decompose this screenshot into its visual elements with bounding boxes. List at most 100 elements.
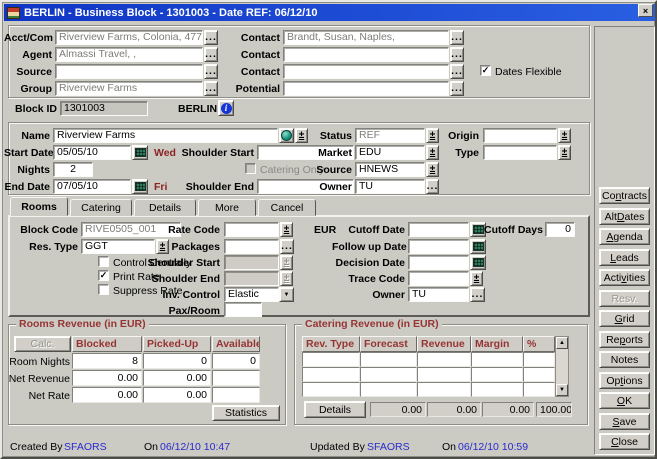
catering-cell[interactable] (417, 382, 471, 397)
catering-cell[interactable] (523, 382, 555, 397)
rooms-owner-lov-button[interactable]: ... (470, 287, 485, 302)
leads-button[interactable]: Leads (599, 249, 650, 266)
tab-details[interactable]: Details (134, 199, 196, 216)
statistics-button[interactable]: Statistics (212, 405, 280, 421)
contact1-field[interactable]: Brandt, Susan, Naples, (283, 30, 449, 45)
rate-code-field[interactable] (224, 222, 279, 237)
contact1-lov-button[interactable]: ... (450, 30, 464, 45)
owner-field[interactable]: TU (355, 179, 425, 194)
reports-button[interactable]: Reports (599, 331, 650, 348)
contact2-field[interactable] (283, 47, 449, 62)
tab-cancel[interactable]: Cancel (258, 199, 316, 216)
type-field[interactable] (483, 145, 557, 160)
catering-cell[interactable] (417, 367, 471, 382)
agent-field[interactable]: Almassi Travel, , (55, 47, 203, 62)
catering-cell[interactable] (471, 382, 523, 397)
follow-up-date-field[interactable] (408, 239, 469, 254)
contracts-button[interactable]: Contracts (599, 187, 650, 204)
close-button[interactable]: Close (599, 433, 650, 450)
notes-button[interactable]: Notes (599, 351, 650, 368)
catering-cell[interactable] (302, 382, 360, 397)
start-date-calendar-button[interactable] (132, 145, 148, 160)
net-revenue-blocked-cell[interactable]: 0.00 (72, 370, 142, 386)
net-rate-picked-cell[interactable]: 0.00 (143, 387, 211, 403)
activities-button[interactable]: Activities (599, 269, 650, 286)
packages-field[interactable] (224, 239, 279, 254)
room-nights-blocked-cell[interactable]: 8 (72, 353, 142, 369)
catering-cell[interactable] (471, 367, 523, 382)
contact2-lov-button[interactable]: ... (450, 47, 464, 62)
potential-field[interactable] (283, 81, 449, 96)
save-button[interactable]: Save (599, 413, 650, 430)
catering-cell[interactable] (417, 352, 471, 367)
net-revenue-available-cell[interactable] (212, 370, 260, 386)
grid-button[interactable]: Grid (599, 310, 650, 327)
acct-com-field[interactable]: Riverview Farms, Colonia, 477 550-36 (55, 30, 203, 45)
pax-room-field[interactable] (224, 302, 262, 317)
end-date-field[interactable]: 07/05/10 (53, 179, 131, 194)
source-lov-button[interactable]: ... (204, 64, 218, 79)
catering-cell[interactable] (360, 382, 417, 397)
tab-catering[interactable]: Catering (70, 199, 132, 216)
decision-date-calendar-button[interactable] (470, 255, 486, 270)
rooms-owner-field[interactable]: TU (408, 287, 469, 302)
name-translate-button[interactable] (279, 128, 294, 143)
packages-lov-button[interactable]: ... (280, 239, 294, 254)
options-button[interactable]: Options (599, 372, 650, 389)
control-centrally-checkbox[interactable] (98, 256, 109, 267)
net-rate-blocked-cell[interactable]: 0.00 (72, 387, 142, 403)
agent-lov-button[interactable]: ... (204, 47, 218, 62)
inv-control-field[interactable]: Elastic (224, 287, 279, 302)
catering-cell[interactable] (523, 367, 555, 382)
start-date-field[interactable]: 05/05/10 (53, 145, 131, 160)
details-button[interactable]: Details (304, 401, 366, 418)
group-field[interactable]: Riverview Farms (55, 81, 203, 96)
property-info-button[interactable]: i (218, 100, 234, 116)
nights-field[interactable]: 2 (53, 162, 93, 177)
catering-cell[interactable] (523, 352, 555, 367)
market-field[interactable]: EDU (355, 145, 425, 160)
net-rate-available-cell[interactable] (212, 387, 260, 403)
acct-com-lov-button[interactable]: ... (204, 30, 218, 45)
suppress-rate-checkbox[interactable] (98, 284, 109, 295)
follow-up-date-calendar-button[interactable] (470, 239, 486, 254)
origin-field[interactable] (483, 128, 557, 143)
source-field[interactable] (55, 64, 203, 79)
close-icon[interactable]: × (638, 4, 653, 17)
end-date-calendar-button[interactable] (132, 179, 148, 194)
source2-lov-button[interactable]: ± (426, 162, 439, 177)
room-nights-available-cell[interactable]: 0 (212, 353, 260, 369)
net-revenue-picked-cell[interactable]: 0.00 (143, 370, 211, 386)
group-lov-button[interactable]: ... (204, 81, 218, 96)
catering-cell[interactable] (360, 367, 417, 382)
scroll-up-icon[interactable]: ▲ (556, 337, 568, 349)
cutoff-date-field[interactable] (408, 222, 469, 237)
owner-lov-button[interactable]: ... (426, 179, 439, 194)
agenda-button[interactable]: Agenda (599, 228, 650, 245)
dates-flexible-checkbox[interactable]: ✓ (480, 65, 491, 76)
rate-code-lov-button[interactable]: ± (280, 222, 293, 237)
catering-cell[interactable] (302, 352, 360, 367)
name-field[interactable]: Riverview Farms (53, 128, 278, 143)
trace-code-lov-button[interactable]: ± (470, 271, 483, 286)
cutoff-days-field[interactable]: 0 (545, 222, 575, 237)
contact3-lov-button[interactable]: ... (450, 64, 464, 79)
status-lov-button[interactable]: ± (426, 128, 439, 143)
ok-button[interactable]: OK (599, 392, 650, 409)
scroll-down-icon[interactable]: ▼ (556, 384, 568, 396)
catering-cell[interactable] (360, 352, 417, 367)
decision-date-field[interactable] (408, 255, 469, 270)
print-rate-checkbox[interactable]: ✓ (98, 270, 109, 281)
source2-field[interactable]: HNEWS (355, 162, 425, 177)
alt-dates-button[interactable]: Alt Dates (599, 208, 650, 225)
catering-cell[interactable] (471, 352, 523, 367)
inv-control-dropdown-button[interactable]: ▼ (279, 287, 294, 302)
type-lov-button[interactable]: ± (558, 145, 571, 160)
origin-lov-button[interactable]: ± (558, 128, 571, 143)
room-nights-picked-cell[interactable]: 0 (143, 353, 211, 369)
market-lov-button[interactable]: ± (426, 145, 439, 160)
tab-rooms[interactable]: Rooms (10, 197, 68, 216)
status-field[interactable]: REF (355, 128, 425, 143)
contact3-field[interactable] (283, 64, 449, 79)
potential-lov-button[interactable]: ... (450, 81, 464, 96)
